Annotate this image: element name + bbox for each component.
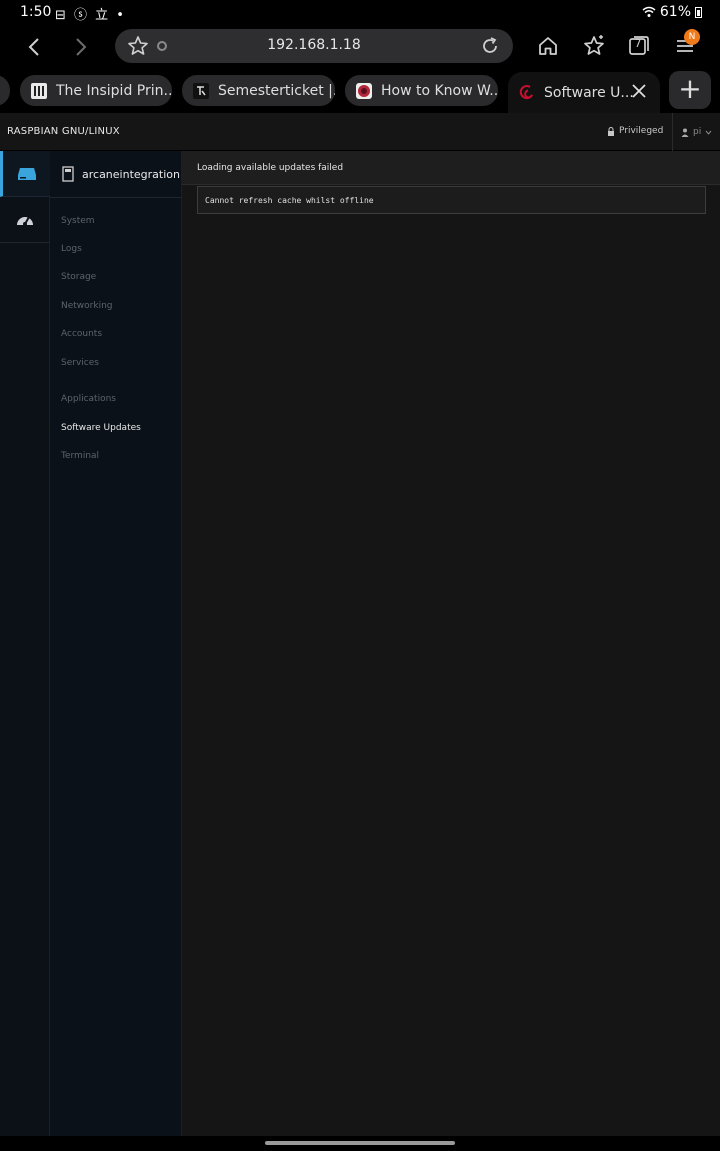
error-message: Cannot refresh cache whilst offline — [205, 196, 374, 205]
new-tab-button[interactable]: + — [669, 71, 711, 109]
chevron-right-icon — [76, 38, 87, 56]
cockpit-sidebar: arcaneintegration System Logs Storage Ne… — [50, 151, 182, 1136]
user-icon — [681, 128, 689, 137]
menu-item-networking[interactable]: Networking — [61, 301, 113, 311]
privileged-toggle[interactable]: Privileged — [607, 126, 663, 136]
tab-title: How to Know W... — [381, 82, 498, 99]
gesture-bar — [0, 1136, 720, 1151]
tab-title: Semesterticket |... — [218, 82, 335, 99]
menu-item-system[interactable]: System — [61, 216, 95, 226]
menu-item-accounts[interactable]: Accounts — [61, 329, 102, 339]
menu-item-services[interactable]: Services — [61, 358, 99, 368]
battery-percent: 61% — [659, 4, 691, 20]
status-right: 61% — [642, 4, 702, 20]
tab-title: The Insipid Prin... — [56, 82, 172, 99]
user-menu[interactable]: pi — [672, 113, 720, 151]
tabs-count: 7 — [634, 37, 642, 50]
wifi-icon — [642, 6, 656, 17]
error-title: Loading available updates failed — [197, 163, 344, 173]
lock-icon — [608, 126, 614, 136]
status-time: 1:50 — [20, 4, 52, 20]
home-gesture-handle[interactable] — [265, 1141, 455, 1145]
favicon-book-icon — [31, 82, 47, 99]
forward-button[interactable] — [66, 32, 96, 62]
host-selector[interactable]: arcaneintegration — [50, 151, 182, 198]
menu-item-logs[interactable]: Logs — [61, 244, 82, 254]
browser-toolbar: 192.168.1.18 7 N — [0, 26, 720, 68]
nav-rail — [0, 151, 50, 1136]
notification-icons: ⊟ ⓢ 立 • — [55, 8, 126, 23]
tab-software-updates[interactable]: Software U... — [508, 72, 660, 113]
error-header: Loading available updates failed — [182, 151, 720, 185]
tab-how-to-know[interactable]: How to Know W... — [345, 75, 498, 106]
favicon-circle-icon — [356, 82, 372, 99]
chevron-left-icon — [28, 38, 39, 56]
tab-offscreen[interactable] — [0, 75, 10, 106]
tab-strip: The Insipid Prin... Semesterticket |... … — [0, 68, 720, 181]
tab-semesterticket[interactable]: Semesterticket |... — [182, 75, 335, 106]
menu-item-terminal[interactable]: Terminal — [61, 451, 99, 461]
close-icon[interactable] — [630, 82, 648, 100]
host-document-icon — [62, 166, 74, 182]
debian-swirl-icon — [519, 84, 533, 99]
dashboard-gauge-icon — [17, 216, 33, 226]
menu-item-software-updates[interactable]: Software Updates — [61, 423, 141, 433]
status-bar: 1:50 ⊟ ⓢ 立 • 61% — [0, 0, 720, 26]
menu-item-applications[interactable]: Applications — [61, 394, 116, 404]
chevron-down-icon — [705, 130, 712, 135]
rail-hosts-button[interactable] — [0, 151, 50, 197]
tabs-button[interactable]: 7 — [627, 34, 651, 58]
server-icon — [17, 167, 36, 180]
reload-icon[interactable] — [479, 35, 501, 57]
main-content: Loading available updates failed Cannot … — [182, 151, 720, 1136]
tab-insipid[interactable]: The Insipid Prin... — [20, 75, 172, 106]
favicon-ticket-icon — [193, 82, 209, 99]
back-button[interactable] — [19, 32, 49, 62]
bookmarks-icon[interactable] — [582, 34, 606, 58]
home-icon[interactable] — [536, 34, 560, 58]
menu-item-storage[interactable]: Storage — [61, 272, 96, 282]
os-brand: RASPBIAN GNU/LINUX — [7, 126, 120, 137]
user-name: pi — [693, 127, 702, 137]
url-text[interactable]: 192.168.1.18 — [115, 37, 513, 53]
tab-title: Software U... — [544, 84, 634, 101]
error-output-box: Cannot refresh cache whilst offline — [197, 186, 706, 214]
privileged-label: Privileged — [619, 126, 664, 136]
host-name: arcaneintegration — [82, 167, 180, 181]
cockpit-header: RASPBIAN GNU/LINUX Privileged pi — [0, 113, 720, 151]
menu-notification-badge: N — [684, 29, 700, 45]
rail-dashboard-button[interactable] — [0, 197, 50, 243]
address-bar[interactable]: 192.168.1.18 — [115, 29, 513, 63]
battery-icon — [695, 6, 702, 18]
